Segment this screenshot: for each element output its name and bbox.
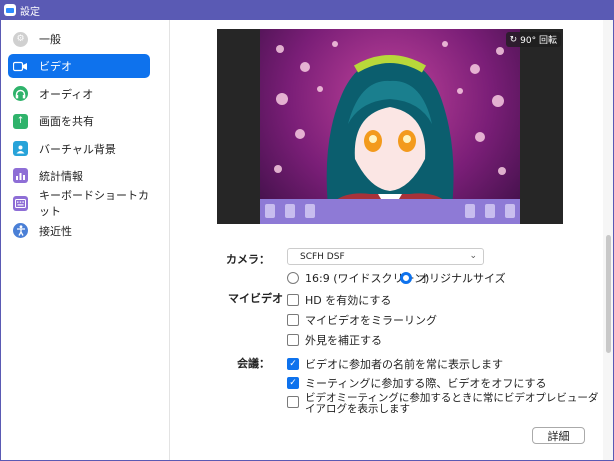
title-bar: 設定 [0,0,614,20]
window-frame [0,20,614,461]
zoom-app-icon [4,4,16,16]
window-title: 設定 [20,6,40,18]
